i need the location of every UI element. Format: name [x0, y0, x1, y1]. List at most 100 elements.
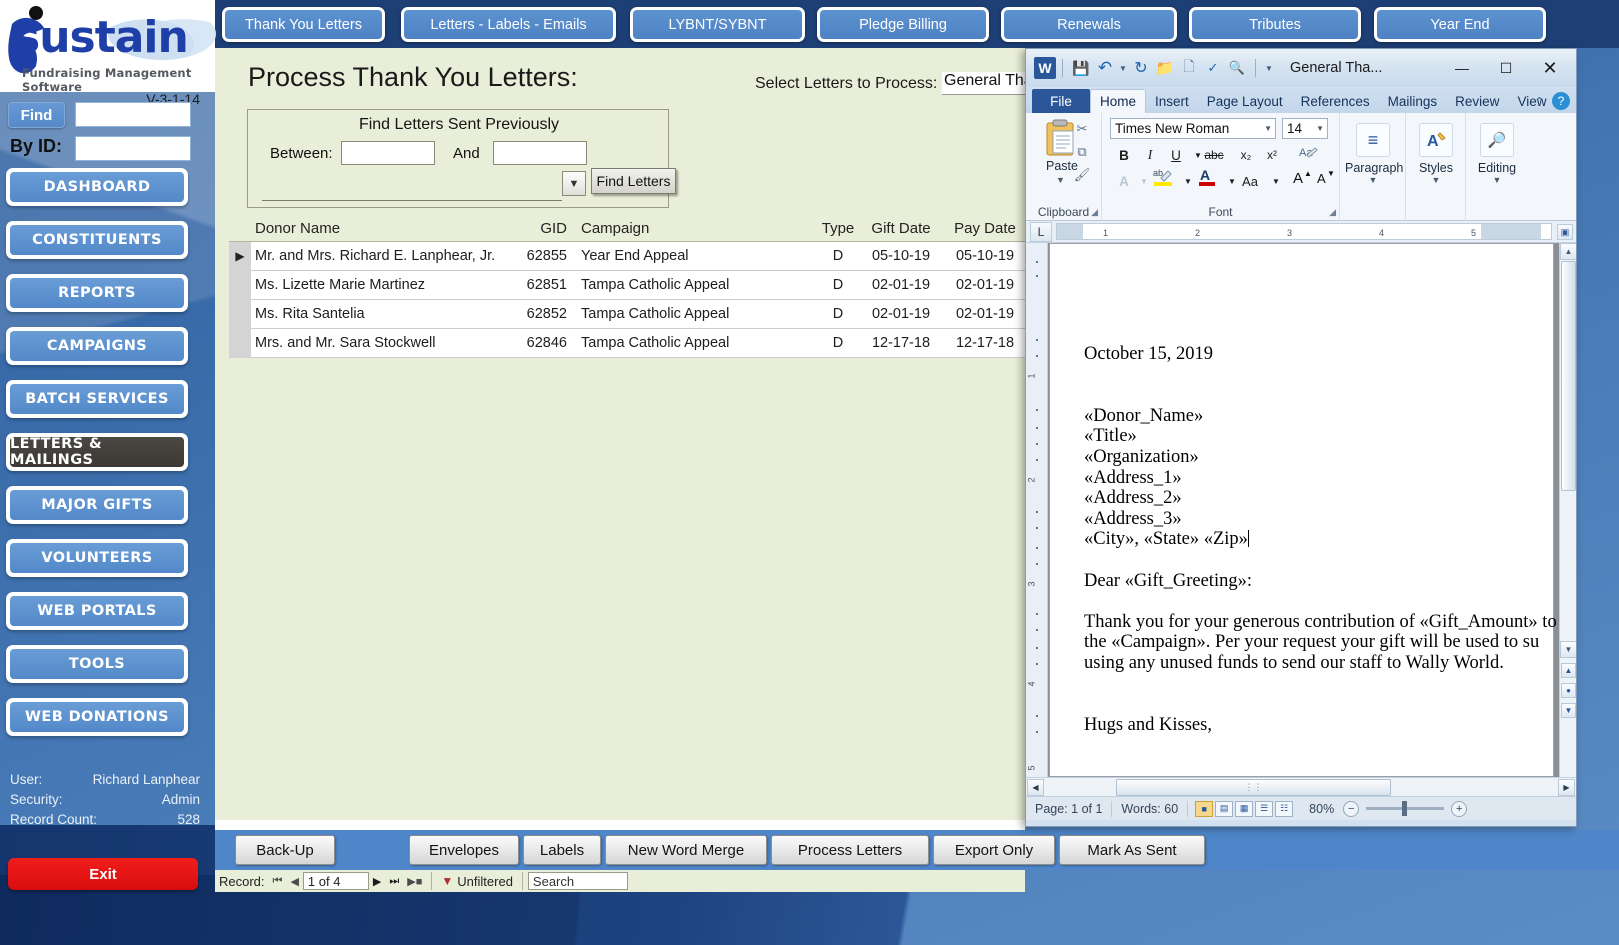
new-document-icon[interactable]: 🗋: [1178, 57, 1200, 79]
horizontal-ruler[interactable]: 1 2 3 4 5: [1056, 223, 1552, 240]
grow-font-button[interactable]: A ▲: [1292, 167, 1312, 187]
horizontal-scroll-thumb[interactable]: ⋮⋮: [1116, 779, 1391, 796]
format-painter-icon[interactable]: 🖌: [1073, 166, 1091, 184]
scroll-left-icon[interactable]: ◀: [1027, 779, 1044, 796]
exit-button[interactable]: Exit: [8, 858, 198, 890]
chevron-down-icon[interactable]: ▼: [1316, 124, 1324, 133]
sidebar-item-tools[interactable]: TOOLS: [6, 645, 188, 683]
vertical-scroll-thumb[interactable]: [1561, 261, 1576, 491]
cut-icon[interactable]: ✂: [1073, 120, 1091, 138]
sidebar-item-batch-services[interactable]: BATCH SERVICES: [6, 380, 188, 418]
tab-mailings[interactable]: Mailings: [1379, 89, 1447, 113]
column-header-gid[interactable]: GID: [517, 220, 567, 237]
tab-pledge-billing[interactable]: Pledge Billing: [817, 7, 989, 42]
zoom-level[interactable]: 80%: [1300, 800, 1343, 818]
between-date-input[interactable]: [341, 141, 435, 165]
chevron-down-icon[interactable]: ▼: [1264, 124, 1272, 133]
font-color-button[interactable]: A: [1196, 167, 1218, 187]
table-row[interactable]: Mrs. and Mr. Sara Stockwell 62846 Tampa …: [229, 328, 1025, 358]
row-selector[interactable]: [229, 270, 251, 300]
editing-dropdown-icon[interactable]: ▼: [1469, 175, 1525, 185]
tab-file[interactable]: File: [1032, 89, 1090, 113]
help-icon[interactable]: ?: [1552, 92, 1570, 110]
find-letters-button[interactable]: Find Letters: [591, 168, 676, 194]
last-record-icon[interactable]: ⏭: [385, 875, 403, 888]
word-title-bar[interactable]: W 💾 ↶ ▼ ↻ 📁 🗋 ✓ 🔍 ▼ General Tha... — ☐ ✕: [1026, 49, 1576, 87]
chevron-up-icon[interactable]: ⌃: [1535, 95, 1544, 108]
search-input[interactable]: Search: [527, 872, 628, 890]
column-header-pay-date[interactable]: Pay Date: [943, 220, 1027, 237]
tab-home[interactable]: Home: [1090, 89, 1147, 113]
sidebar-item-dashboard[interactable]: DASHBOARD: [6, 168, 188, 206]
font-name-combo[interactable]: Times New Roman ▼: [1110, 118, 1276, 139]
strikethrough-button[interactable]: abc: [1204, 145, 1224, 165]
chevron-down-icon[interactable]: ▼: [562, 171, 586, 196]
and-date-input[interactable]: [493, 141, 587, 165]
sidebar-item-constituents[interactable]: CONSTITUENTS: [6, 221, 188, 259]
tab-tributes[interactable]: Tributes: [1189, 7, 1361, 42]
undo-dropdown-icon[interactable]: ▼: [1118, 57, 1128, 79]
customize-qat-icon[interactable]: ▼: [1263, 57, 1275, 79]
shrink-font-button[interactable]: A ▼: [1316, 167, 1336, 187]
undo-icon[interactable]: ↶: [1094, 57, 1116, 79]
zoom-slider[interactable]: [1366, 801, 1445, 816]
row-selector-current-icon[interactable]: ▶: [229, 241, 251, 271]
sidebar-item-major-gifts[interactable]: MAJOR GIFTS: [6, 486, 188, 524]
column-header-campaign[interactable]: Campaign: [567, 220, 817, 237]
change-case-button[interactable]: Aa: [1240, 171, 1260, 191]
tab-references[interactable]: References: [1292, 89, 1379, 113]
tab-renewals[interactable]: Renewals: [1001, 7, 1177, 42]
paste-dropdown-icon[interactable]: ▼: [1056, 175, 1065, 185]
scroll-up-icon[interactable]: ▲: [1560, 243, 1576, 260]
full-screen-reading-view-icon[interactable]: ▤: [1215, 800, 1234, 817]
sidebar-item-reports[interactable]: REPORTS: [6, 274, 188, 312]
outline-view-icon[interactable]: ☰: [1255, 800, 1274, 817]
tab-review[interactable]: Review: [1446, 89, 1508, 113]
tab-stop-selector[interactable]: L: [1030, 221, 1052, 242]
new-record-icon[interactable]: ▶■: [403, 875, 426, 888]
font-color-dropdown-icon[interactable]: ▼: [1222, 171, 1242, 191]
font-size-combo[interactable]: 14 ▼: [1282, 118, 1328, 139]
tab-thank-you-letters[interactable]: Thank You Letters: [222, 7, 385, 42]
row-selector[interactable]: [229, 328, 251, 358]
tab-lybnt-sybnt[interactable]: LYBNT/SYBNT: [630, 7, 805, 42]
zoom-slider-knob[interactable]: [1402, 801, 1408, 816]
vertical-ruler[interactable]: 1 2 3 4 5: [1026, 243, 1048, 777]
previous-page-icon[interactable]: ▲: [1561, 663, 1576, 678]
sidebar-item-web-portals[interactable]: WEB PORTALS: [6, 592, 188, 630]
minimize-button[interactable]: —: [1440, 55, 1484, 81]
editing-button[interactable]: 🔎 Editing ▼: [1469, 119, 1525, 213]
record-position-input[interactable]: 1 of 4: [302, 872, 369, 890]
horizontal-scrollbar[interactable]: ◀ ⋮⋮ ▶: [1026, 777, 1576, 796]
highlight-color-button[interactable]: ab: [1152, 167, 1174, 187]
row-selector[interactable]: [229, 299, 251, 329]
draft-view-icon[interactable]: ☷: [1275, 800, 1294, 817]
maximize-button[interactable]: ☐: [1484, 55, 1528, 81]
web-layout-view-icon[interactable]: ▦: [1235, 800, 1254, 817]
document-page[interactable]: October 15, 2019 «Donor_Name» «Title» «O…: [1049, 243, 1557, 777]
copy-icon[interactable]: ⧉: [1073, 143, 1091, 161]
save-icon[interactable]: 💾: [1070, 57, 1092, 79]
close-button[interactable]: ✕: [1528, 55, 1572, 81]
sidebar-item-web-donations[interactable]: WEB DONATIONS: [6, 698, 188, 736]
scroll-down-icon[interactable]: ▼: [1560, 641, 1576, 658]
column-header-gift-date[interactable]: Gift Date: [859, 220, 943, 237]
table-row[interactable]: Ms. Rita Santelia 62852 Tampa Catholic A…: [229, 299, 1025, 329]
tab-insert[interactable]: Insert: [1146, 89, 1198, 113]
underline-button[interactable]: U: [1166, 145, 1186, 165]
zoom-out-button[interactable]: −: [1343, 800, 1360, 817]
bold-button[interactable]: B: [1114, 145, 1134, 165]
process-letters-button[interactable]: Process Letters: [771, 835, 929, 865]
back-up-button[interactable]: Back-Up: [235, 835, 335, 865]
change-case-dropdown-icon[interactable]: ▼: [1266, 171, 1286, 191]
tab-page-layout[interactable]: Page Layout: [1198, 89, 1292, 113]
paragraph-dropdown-icon[interactable]: ▼: [1345, 175, 1401, 185]
styles-dropdown-icon[interactable]: ▼: [1408, 175, 1464, 185]
tab-letters-labels-emails[interactable]: Letters - Labels - Emails: [401, 7, 616, 42]
table-row[interactable]: ▶ Mr. and Mrs. Richard E. Lanphear, Jr. …: [229, 241, 1025, 271]
text-effects-button[interactable]: A: [1114, 171, 1134, 191]
next-record-icon[interactable]: ▶: [369, 875, 385, 888]
envelopes-button[interactable]: Envelopes: [409, 835, 519, 865]
new-word-merge-button[interactable]: New Word Merge: [605, 835, 767, 865]
labels-button[interactable]: Labels: [523, 835, 601, 865]
